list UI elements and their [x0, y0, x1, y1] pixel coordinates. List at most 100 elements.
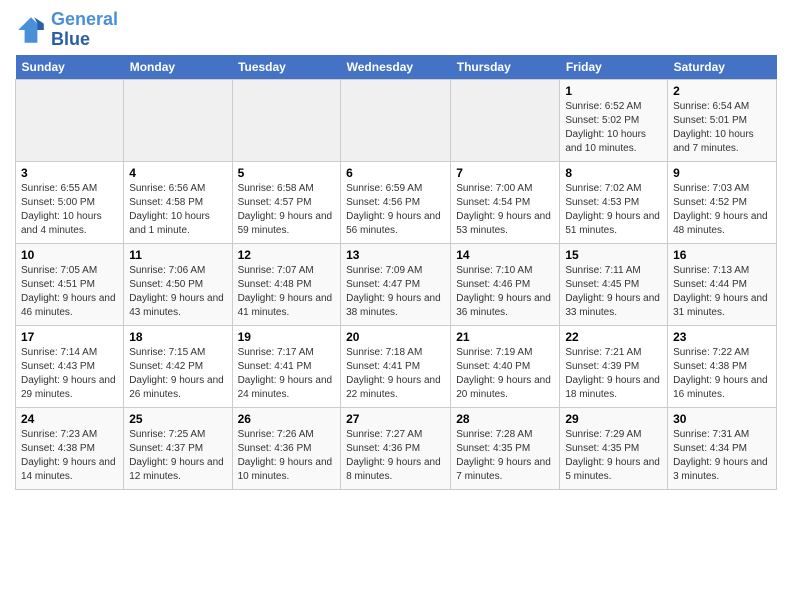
- logo: General Blue: [15, 10, 118, 50]
- calendar-cell: 4Sunrise: 6:56 AM Sunset: 4:58 PM Daylig…: [124, 161, 232, 243]
- day-number: 21: [456, 330, 554, 344]
- calendar-cell: [341, 79, 451, 161]
- calendar-cell: 30Sunrise: 7:31 AM Sunset: 4:34 PM Dayli…: [668, 407, 777, 489]
- calendar-cell: 18Sunrise: 7:15 AM Sunset: 4:42 PM Dayli…: [124, 325, 232, 407]
- page-container: General Blue SundayMondayTuesdayWednesda…: [0, 0, 792, 500]
- day-number: 10: [21, 248, 118, 262]
- calendar-cell: 11 Sunrise: 7:06 AM Sunset: 4:50 PM Dayli…: [124, 243, 232, 325]
- day-number: 20: [346, 330, 445, 344]
- day-info: Sunrise: 7:27 AM Sunset: 4:36 PM Dayligh…: [346, 428, 445, 484]
- calendar-cell: 20 Sunrise: 7:18 AM Sunset: 4:41 PM Dayli…: [341, 325, 451, 407]
- day-info: Sunrise: 7:07 AM Sunset: 4:48 PM Dayligh…: [238, 264, 336, 320]
- day-info: Sunrise: 6:52 AM Sunset: 5:02 PM Dayligh…: [565, 100, 662, 156]
- day-number: 18: [129, 330, 226, 344]
- calendar-cell: 2 Sunrise: 6:54 AM Sunset: 5:01 PM Daylig…: [668, 79, 777, 161]
- calendar-table: SundayMondayTuesdayWednesdayThursdayFrid…: [15, 55, 777, 490]
- day-info: Sunrise: 7:00 AM Sunset: 4:54 PM Dayligh…: [456, 182, 554, 238]
- day-info: Sunrise: 7:26 AM Sunset: 4:36 PM Dayligh…: [238, 428, 336, 484]
- day-info: Sunrise: 7:19 AM Sunset: 4:40 PM Dayligh…: [456, 346, 554, 402]
- calendar-cell: 16 Sunrise: 7:13 AM Sunset: 4:44 PM Dayli…: [668, 243, 777, 325]
- day-number: 22: [565, 330, 662, 344]
- day-number: 7: [456, 166, 554, 180]
- day-number: 27: [346, 412, 445, 426]
- day-number: 19: [238, 330, 336, 344]
- calendar-cell: 25Sunrise: 7:25 AM Sunset: 4:37 PM Dayli…: [124, 407, 232, 489]
- day-info: Sunrise: 7:25 AM Sunset: 4:37 PM Dayligh…: [129, 428, 226, 484]
- day-number: 15: [565, 248, 662, 262]
- day-info: Sunrise: 7:23 AM Sunset: 4:38 PM Dayligh…: [21, 428, 118, 484]
- weekday-header: Friday: [560, 55, 668, 80]
- day-number: 4: [129, 166, 226, 180]
- day-number: 6: [346, 166, 445, 180]
- calendar-cell: 26Sunrise: 7:26 AM Sunset: 4:36 PM Dayli…: [232, 407, 341, 489]
- calendar-cell: 23 Sunrise: 7:22 AM Sunset: 4:38 PM Dayli…: [668, 325, 777, 407]
- day-info: Sunrise: 7:03 AM Sunset: 4:52 PM Dayligh…: [673, 182, 771, 238]
- calendar-cell: 10 Sunrise: 7:05 AM Sunset: 4:51 PM Dayli…: [16, 243, 124, 325]
- calendar-cell: 15 Sunrise: 7:11 AM Sunset: 4:45 PM Dayli…: [560, 243, 668, 325]
- day-info: Sunrise: 7:11 AM Sunset: 4:45 PM Dayligh…: [565, 264, 662, 320]
- day-info: Sunrise: 7:21 AM Sunset: 4:39 PM Dayligh…: [565, 346, 662, 402]
- day-info: Sunrise: 6:54 AM Sunset: 5:01 PM Dayligh…: [673, 100, 771, 156]
- calendar-cell: 24 Sunrise: 7:23 AM Sunset: 4:38 PM Dayli…: [16, 407, 124, 489]
- calendar-cell: 19 Sunrise: 7:17 AM Sunset: 4:41 PM Dayli…: [232, 325, 341, 407]
- weekday-header: Thursday: [451, 55, 560, 80]
- day-info: Sunrise: 7:06 AM Sunset: 4:50 PM Dayligh…: [129, 264, 226, 320]
- day-number: 24: [21, 412, 118, 426]
- weekday-header: Sunday: [16, 55, 124, 80]
- day-number: 29: [565, 412, 662, 426]
- day-number: 14: [456, 248, 554, 262]
- calendar-header: SundayMondayTuesdayWednesdayThursdayFrid…: [16, 55, 777, 80]
- calendar-cell: [16, 79, 124, 161]
- calendar-cell: 22 Sunrise: 7:21 AM Sunset: 4:39 PM Dayli…: [560, 325, 668, 407]
- day-number: 16: [673, 248, 771, 262]
- calendar-week-row: 1 Sunrise: 6:52 AM Sunset: 5:02 PM Daylig…: [16, 79, 777, 161]
- day-info: Sunrise: 6:58 AM Sunset: 4:57 PM Dayligh…: [238, 182, 336, 238]
- day-info: Sunrise: 7:02 AM Sunset: 4:53 PM Dayligh…: [565, 182, 662, 238]
- day-info: Sunrise: 7:28 AM Sunset: 4:35 PM Dayligh…: [456, 428, 554, 484]
- day-info: Sunrise: 7:31 AM Sunset: 4:34 PM Dayligh…: [673, 428, 771, 484]
- calendar-cell: 21 Sunrise: 7:19 AM Sunset: 4:40 PM Dayli…: [451, 325, 560, 407]
- day-info: Sunrise: 7:17 AM Sunset: 4:41 PM Dayligh…: [238, 346, 336, 402]
- day-info: Sunrise: 7:09 AM Sunset: 4:47 PM Dayligh…: [346, 264, 445, 320]
- calendar-week-row: 24 Sunrise: 7:23 AM Sunset: 4:38 PM Dayli…: [16, 407, 777, 489]
- day-info: Sunrise: 7:05 AM Sunset: 4:51 PM Dayligh…: [21, 264, 118, 320]
- day-number: 23: [673, 330, 771, 344]
- day-number: 9: [673, 166, 771, 180]
- calendar-cell: [232, 79, 341, 161]
- calendar-cell: 27 Sunrise: 7:27 AM Sunset: 4:36 PM Dayli…: [341, 407, 451, 489]
- calendar-cell: 12Sunrise: 7:07 AM Sunset: 4:48 PM Dayli…: [232, 243, 341, 325]
- day-info: Sunrise: 7:22 AM Sunset: 4:38 PM Dayligh…: [673, 346, 771, 402]
- weekday-header: Tuesday: [232, 55, 341, 80]
- weekday-header: Wednesday: [341, 55, 451, 80]
- day-number: 8: [565, 166, 662, 180]
- calendar-cell: 29 Sunrise: 7:29 AM Sunset: 4:35 PM Dayli…: [560, 407, 668, 489]
- calendar-week-row: 10 Sunrise: 7:05 AM Sunset: 4:51 PM Dayli…: [16, 243, 777, 325]
- calendar-cell: 7 Sunrise: 7:00 AM Sunset: 4:54 PM Daylig…: [451, 161, 560, 243]
- calendar-cell: 1 Sunrise: 6:52 AM Sunset: 5:02 PM Daylig…: [560, 79, 668, 161]
- day-number: 13: [346, 248, 445, 262]
- calendar-cell: [124, 79, 232, 161]
- header: General Blue: [15, 10, 777, 50]
- day-number: 2: [673, 84, 771, 98]
- day-info: Sunrise: 6:59 AM Sunset: 4:56 PM Dayligh…: [346, 182, 445, 238]
- day-number: 28: [456, 412, 554, 426]
- calendar-cell: [451, 79, 560, 161]
- day-number: 1: [565, 84, 662, 98]
- day-number: 11: [129, 248, 226, 262]
- calendar-cell: 13 Sunrise: 7:09 AM Sunset: 4:47 PM Dayli…: [341, 243, 451, 325]
- calendar-cell: 17Sunrise: 7:14 AM Sunset: 4:43 PM Dayli…: [16, 325, 124, 407]
- logo-text: General Blue: [51, 10, 118, 50]
- logo-icon: [15, 14, 47, 46]
- day-info: Sunrise: 7:29 AM Sunset: 4:35 PM Dayligh…: [565, 428, 662, 484]
- calendar-cell: 5Sunrise: 6:58 AM Sunset: 4:57 PM Daylig…: [232, 161, 341, 243]
- calendar-cell: 9 Sunrise: 7:03 AM Sunset: 4:52 PM Daylig…: [668, 161, 777, 243]
- day-info: Sunrise: 7:10 AM Sunset: 4:46 PM Dayligh…: [456, 264, 554, 320]
- weekday-header: Saturday: [668, 55, 777, 80]
- day-info: Sunrise: 7:14 AM Sunset: 4:43 PM Dayligh…: [21, 346, 118, 402]
- day-info: Sunrise: 7:13 AM Sunset: 4:44 PM Dayligh…: [673, 264, 771, 320]
- weekday-header: Monday: [124, 55, 232, 80]
- calendar-body: 1 Sunrise: 6:52 AM Sunset: 5:02 PM Daylig…: [16, 79, 777, 489]
- calendar-cell: 14 Sunrise: 7:10 AM Sunset: 4:46 PM Dayli…: [451, 243, 560, 325]
- day-info: Sunrise: 7:18 AM Sunset: 4:41 PM Dayligh…: [346, 346, 445, 402]
- calendar-week-row: 3Sunrise: 6:55 AM Sunset: 5:00 PM Daylig…: [16, 161, 777, 243]
